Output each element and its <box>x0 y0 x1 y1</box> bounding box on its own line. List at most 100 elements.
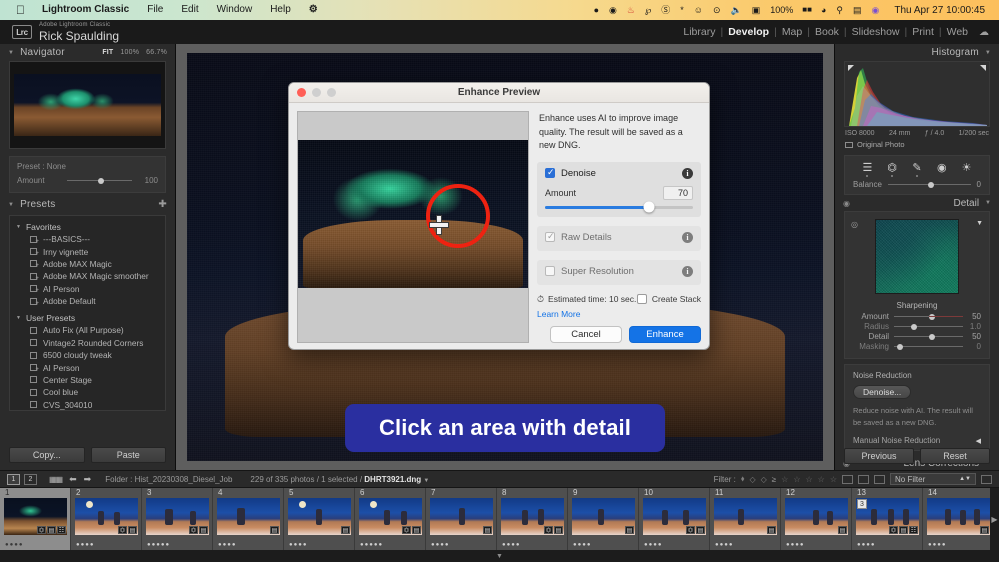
info-icon[interactable]: i <box>682 265 693 277</box>
bluetooth-icon[interactable]: * <box>675 0 689 20</box>
manual-noise-reduction-row[interactable]: Manual Noise Reduction ◀ <box>853 436 981 445</box>
loupe-zoom-icon[interactable]: ◎ <box>851 220 858 229</box>
presets-list[interactable]: ▼ Favorites ---BASICS--- Irny vignette A… <box>9 215 166 411</box>
adobe-icon[interactable]: ⚙ <box>300 0 327 20</box>
screen-1-button[interactable]: 1 <box>7 473 20 485</box>
navigator-preview[interactable] <box>9 61 166 149</box>
menu-window[interactable]: Window <box>208 0 262 20</box>
learn-more-link[interactable]: Learn More <box>537 309 701 319</box>
module-slideshow[interactable]: Slideshow <box>847 26 905 38</box>
balance-slider[interactable] <box>887 181 971 188</box>
flag-unflagged-icon[interactable]: ◇ <box>749 475 755 484</box>
filmstrip-thumb[interactable]: 10 ●●●● ⏣ ▤ <box>639 488 710 550</box>
add-preset-icon[interactable]: ✚ <box>158 199 167 210</box>
flag-reject-icon[interactable]: ◇ <box>761 475 767 484</box>
preset-item[interactable]: Center Stage <box>10 374 165 386</box>
menu-file[interactable]: File <box>138 0 172 20</box>
filmstrip-thumb[interactable]: 4 ●●●● ▤ <box>213 488 284 550</box>
previous-button[interactable]: Previous <box>844 448 914 464</box>
chevron-down-icon[interactable]: ▼ <box>16 315 21 321</box>
filmstrip-thumb[interactable]: 9 ●●●● ▤ <box>568 488 639 550</box>
rating-star[interactable]: ☆ <box>805 475 812 484</box>
adjust-badge-icon[interactable]: ▤ <box>47 526 56 534</box>
enhance-preview-dialog[interactable]: Enhance Preview Enhance uses AI to impro… <box>288 82 710 350</box>
screen-2-button[interactable]: 2 <box>24 473 37 485</box>
adjust-badge-icon[interactable]: ▤ <box>412 526 421 534</box>
circle-icon[interactable]: ⊙ <box>708 0 726 20</box>
stack-count-badge[interactable]: 3 <box>857 499 867 509</box>
color-label-swatch[interactable] <box>874 474 885 484</box>
filmstrip-thumb[interactable]: 6 ●●●●● ⏣ ▤ <box>355 488 426 550</box>
loupe-target-icon[interactable]: ▼ <box>976 220 983 227</box>
module-library[interactable]: Library <box>678 26 720 38</box>
sharpening-amount-slider[interactable] <box>894 313 963 320</box>
reset-button[interactable]: Reset <box>920 448 990 464</box>
sharpening-detail-slider[interactable] <box>894 333 963 340</box>
chevron-down-icon[interactable]: ▲▼ <box>959 476 971 482</box>
healing-brush-icon[interactable]: ✎ <box>910 161 924 174</box>
copy-button[interactable]: Copy... <box>9 447 85 463</box>
collapse-arrow-icon[interactable]: ◀ <box>976 437 981 445</box>
histogram-graph[interactable] <box>844 61 990 127</box>
masking-icon[interactable]: ☰ <box>860 161 874 174</box>
filmstrip-thumb[interactable]: 2 ●●●● ⏣ ▤ <box>71 488 142 550</box>
denoise-button[interactable]: Denoise... <box>853 385 912 399</box>
paste-button[interactable]: Paste <box>90 447 166 463</box>
preset-item[interactable]: AI Person <box>10 361 165 373</box>
denoise-amount-value[interactable]: 70 <box>663 185 693 200</box>
filmstrip-source-label[interactable]: Folder : Hist_20230308_Diesel_Job <box>105 475 232 484</box>
create-stack-row[interactable]: Create Stack <box>636 294 701 304</box>
enhance-button[interactable]: Enhance <box>629 326 701 343</box>
rating-operator[interactable]: ≥ <box>772 475 776 484</box>
cloud-icon[interactable]: ☁ <box>979 27 989 38</box>
chevron-down-icon[interactable]: ▼ <box>8 50 14 56</box>
original-photo-checkbox[interactable] <box>845 141 853 148</box>
record-icon[interactable]: ● <box>589 0 604 20</box>
preset-item[interactable]: 6500 cloudy tweak <box>10 349 165 361</box>
adjust-badge-icon[interactable]: ▤ <box>838 526 847 534</box>
amount-slider-knob[interactable] <box>98 177 105 184</box>
preset-item[interactable]: Auto Fix (All Purpose) <box>10 324 165 336</box>
chevron-down-icon[interactable]: ▼ <box>16 224 21 230</box>
info-icon[interactable]: i <box>682 167 693 179</box>
crop-icon[interactable]: ⏣ <box>885 161 899 174</box>
search-icon[interactable]: ⚲ <box>831 0 848 20</box>
amount-slider[interactable] <box>67 177 132 184</box>
rating-star[interactable]: ☆ <box>818 475 825 484</box>
denoise-checkbox[interactable] <box>545 167 555 178</box>
filmstrip-thumb[interactable]: 5 ●●●● ▤ <box>284 488 355 550</box>
preset-item[interactable]: Cool blue <box>10 386 165 398</box>
meta-badge-icon[interactable]: ☷ <box>909 526 918 534</box>
original-photo-toggle[interactable]: Original Photo <box>835 137 999 149</box>
detail-loupe-preview[interactable] <box>875 219 959 294</box>
filmstrip-thumb[interactable]: 14 ●●●● ▤ <box>923 488 994 550</box>
denoise-amount-slider[interactable] <box>545 201 693 213</box>
crop-badge-icon[interactable]: ⏣ <box>889 526 898 534</box>
cancel-button[interactable]: Cancel <box>550 326 622 343</box>
sharing-icon[interactable]: ♨ <box>622 0 640 20</box>
flag-pick-icon[interactable]: ⬧ <box>741 474 745 484</box>
adjust-badge-icon[interactable]: ▤ <box>341 526 350 534</box>
detail-panel-header[interactable]: ◉ Detail ▼ <box>835 195 999 211</box>
crop-badge-icon[interactable]: ⏣ <box>37 526 46 534</box>
battery-percent[interactable]: 100% <box>765 0 798 20</box>
zoom-100[interactable]: 100% <box>120 49 139 56</box>
module-web[interactable]: Web <box>942 26 973 38</box>
filmstrip-thumb[interactable]: 13 3 ●●●● ⏣ ▤ ☷ <box>852 488 923 550</box>
adjust-badge-icon[interactable]: ▤ <box>980 526 989 534</box>
collapse-filmstrip-icon[interactable]: ▼ <box>496 553 503 560</box>
crop-badge-icon[interactable]: ⏣ <box>544 526 553 534</box>
pocket-icon[interactable]: ℘ <box>640 0 656 20</box>
module-print[interactable]: Print <box>907 26 939 38</box>
denoise-amount-knob[interactable] <box>643 201 655 213</box>
control-center-icon[interactable]: ▤ <box>848 0 867 20</box>
detail-loupe-area[interactable]: ◎ ▼ <box>845 217 989 298</box>
denoise-header[interactable]: Denoise i <box>545 167 693 179</box>
slider-knob[interactable] <box>928 333 935 340</box>
filmstrip[interactable]: 1 ●●●● ⏣ ▤ ☷ 2 ●●●● ⏣ ▤ 3 ●●●●● ⏣ ▤ 4 ●●●● ▤… <box>0 488 999 550</box>
preset-group-favorites[interactable]: ▼ Favorites <box>10 220 165 233</box>
radial-gradient-icon[interactable]: ☀ <box>960 161 974 174</box>
histogram-header[interactable]: Histogram ▼ <box>835 44 999 61</box>
rating-star[interactable]: ☆ <box>793 475 800 484</box>
menu-help[interactable]: Help <box>261 0 300 20</box>
